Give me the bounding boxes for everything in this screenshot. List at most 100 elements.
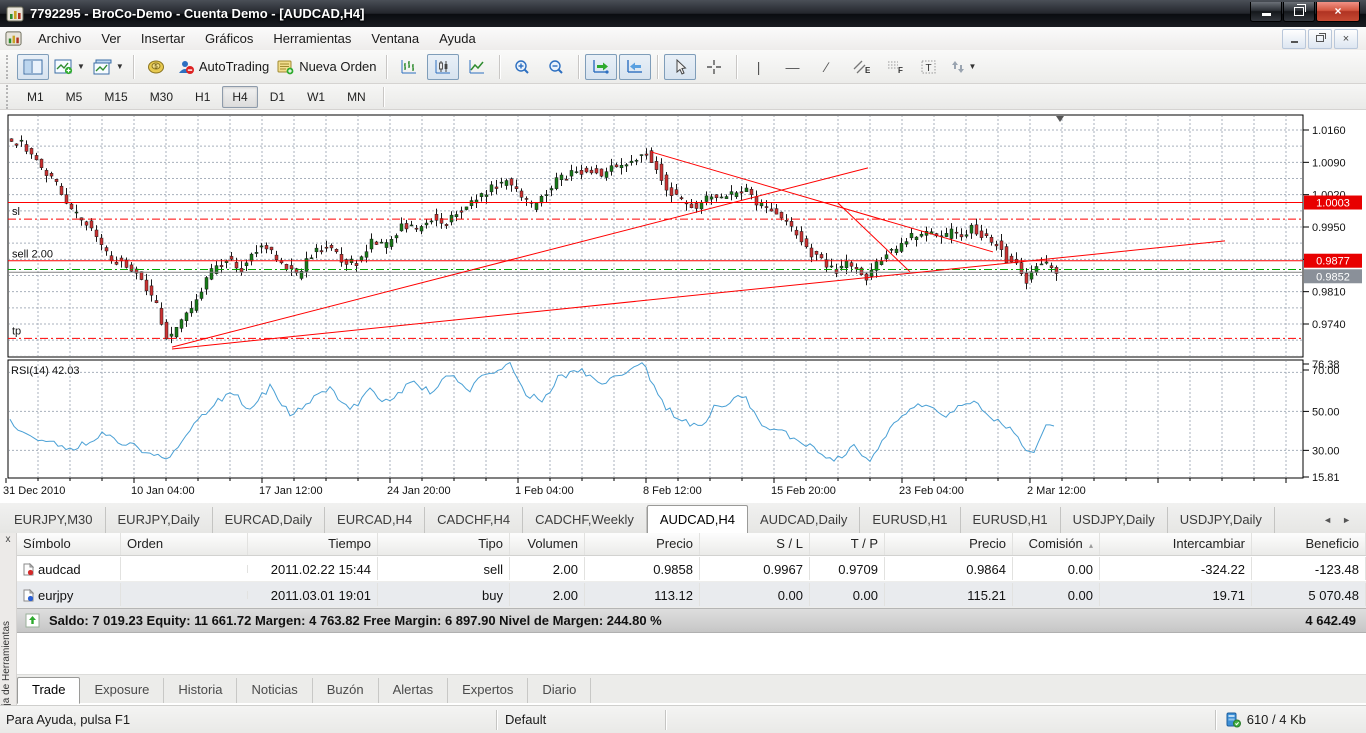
column-header-intercambiar[interactable]: Intercambiar xyxy=(1100,533,1252,555)
crosshair-button[interactable] xyxy=(698,54,730,80)
svg-text:8 Feb 12:00: 8 Feb 12:00 xyxy=(643,485,702,497)
chart-tab-cadchf-h4[interactable]: CADCHF,H4 xyxy=(425,507,523,533)
chart-area: slsell 2.00tp1.01601.00901.00200.99500.9… xyxy=(0,110,1366,503)
menu-ventana[interactable]: Ventana xyxy=(361,29,429,48)
column-header-tiempo[interactable]: Tiempo xyxy=(248,533,378,555)
column-header-precio[interactable]: Precio xyxy=(885,533,1013,555)
timeframe-mn[interactable]: MN xyxy=(337,86,376,108)
autotrading-button[interactable]: AutoTrading xyxy=(174,54,272,80)
new-order-icon xyxy=(277,59,295,75)
terminal-tab-exposure[interactable]: Exposure xyxy=(80,678,164,703)
expert-advisors-button[interactable]: 5 xyxy=(140,54,172,80)
tabs-scroll-left-button[interactable]: ◄ xyxy=(1318,513,1337,527)
vertical-line-button[interactable]: | xyxy=(743,54,775,80)
terminal-tab-trade[interactable]: Trade xyxy=(17,677,80,704)
menu-archivo[interactable]: Archivo xyxy=(28,29,91,48)
arrows-button[interactable]: ▼ xyxy=(947,54,980,80)
timeframe-m15[interactable]: M15 xyxy=(94,86,137,108)
chart-tab-cadchf-weekly[interactable]: CADCHF,Weekly xyxy=(523,507,647,533)
child-close-button[interactable]: × xyxy=(1334,29,1358,49)
menu-herramientas[interactable]: Herramientas xyxy=(263,29,361,48)
table-row-eurjpy[interactable]: eurjpy2011.03.01 19:01buy2.00113.120.000… xyxy=(17,582,1366,608)
order-buy-icon xyxy=(23,589,34,602)
new-order-button[interactable]: Nueva Orden xyxy=(274,54,379,80)
toolbar-grip[interactable] xyxy=(6,55,12,79)
chart-tab-usdjpy-daily[interactable]: USDJPY,Daily xyxy=(1168,507,1275,533)
chart-tab-audcad-daily[interactable]: AUDCAD,Daily xyxy=(748,507,860,533)
zoom-in-button[interactable] xyxy=(506,54,538,80)
connection-status[interactable]: 610 / 4 Kb xyxy=(1216,712,1366,728)
terminal-close-button[interactable]: x xyxy=(0,533,16,545)
terminal-tab-historia[interactable]: Historia xyxy=(164,678,237,703)
profiles-button[interactable]: ▼ xyxy=(90,54,127,80)
terminal-tab-noticias[interactable]: Noticias xyxy=(237,678,312,703)
close-button[interactable]: × xyxy=(1316,2,1360,22)
timeframe-w1[interactable]: W1 xyxy=(297,86,335,108)
chart-tab-eurusd-h1[interactable]: EURUSD,H1 xyxy=(860,507,960,533)
menu-ayuda[interactable]: Ayuda xyxy=(429,29,486,48)
column-header-volumen[interactable]: Volumen xyxy=(510,533,585,555)
timeframe-m1[interactable]: M1 xyxy=(17,86,54,108)
column-header-tipo[interactable]: Tipo xyxy=(378,533,510,555)
chart-shift-button[interactable] xyxy=(619,54,651,80)
minimize-button[interactable] xyxy=(1250,2,1282,22)
tabs-scroll-right-button[interactable]: ► xyxy=(1337,513,1356,527)
horizontal-line-button[interactable]: — xyxy=(777,54,809,80)
status-profile[interactable]: Default xyxy=(497,712,665,727)
fibonacci-icon: F xyxy=(886,59,904,75)
trendline-button[interactable]: ∕ xyxy=(811,54,843,80)
chart-tab-audcad-h4[interactable]: AUDCAD,H4 xyxy=(647,505,748,533)
column-header-precio[interactable]: Precio xyxy=(585,533,700,555)
timeframe-d1[interactable]: D1 xyxy=(260,86,295,108)
chart-tab-usdjpy-daily[interactable]: USDJPY,Daily xyxy=(1061,507,1168,533)
column-header-si-mbolo[interactable]: Símbolo xyxy=(17,533,121,555)
equidistant-channel-button[interactable]: E xyxy=(845,54,877,80)
table-row-audcad[interactable]: audcad2011.02.22 15:44sell2.000.98580.99… xyxy=(17,556,1366,582)
column-header-beneficio[interactable]: Beneficio xyxy=(1252,533,1366,555)
new-chart-button[interactable]: ▼ xyxy=(51,54,88,80)
candlestick-chart-button[interactable] xyxy=(427,54,459,80)
restore-button[interactable] xyxy=(1283,2,1315,22)
terminal-tab-diario[interactable]: Diario xyxy=(528,678,591,703)
zoom-out-icon xyxy=(547,59,565,75)
trendline-icon: ∕ xyxy=(825,59,827,75)
cursor-button[interactable] xyxy=(664,54,696,80)
text-label-button[interactable]: T xyxy=(913,54,945,80)
new-order-label: Nueva Orden xyxy=(299,59,376,74)
bar-chart-button[interactable] xyxy=(393,54,425,80)
column-header-s-l[interactable]: S / L xyxy=(700,533,810,555)
timeframe-h1[interactable]: H1 xyxy=(185,86,220,108)
cell-t-p: 0.9709 xyxy=(810,557,885,580)
chart-tab-eurcad-h4[interactable]: EURCAD,H4 xyxy=(325,507,425,533)
terminal-tab-expertos[interactable]: Expertos xyxy=(448,678,528,703)
menu-insertar[interactable]: Insertar xyxy=(131,29,195,48)
terminal-tab-buzo-n[interactable]: Buzón xyxy=(313,678,379,703)
chart-canvas[interactable]: slsell 2.00tp1.01601.00901.00200.99500.9… xyxy=(0,110,1366,503)
arrow-objects-icon xyxy=(950,59,966,75)
column-header-comisio-n[interactable]: Comisión ▴ xyxy=(1013,533,1100,555)
separator xyxy=(657,55,658,79)
fibonacci-button[interactable]: F xyxy=(879,54,911,80)
column-header-t-p[interactable]: T / P xyxy=(810,533,885,555)
zoom-out-button[interactable] xyxy=(540,54,572,80)
toolbar-grip[interactable] xyxy=(6,85,12,109)
terminal-tab-alertas[interactable]: Alertas xyxy=(379,678,448,703)
chart-tab-eurusd-h1[interactable]: EURUSD,H1 xyxy=(961,507,1061,533)
menu-gra-ficos[interactable]: Gráficos xyxy=(195,29,263,48)
child-restore-button[interactable] xyxy=(1308,29,1332,49)
chart-tab-eurjpy-m30[interactable]: EURJPY,M30 xyxy=(2,507,106,533)
chart-tab-eurcad-daily[interactable]: EURCAD,Daily xyxy=(213,507,325,533)
layout-button[interactable] xyxy=(17,54,49,80)
cell-beneficio: -123.48 xyxy=(1252,557,1366,580)
timeframe-m30[interactable]: M30 xyxy=(140,86,183,108)
timeframe-m5[interactable]: M5 xyxy=(56,86,93,108)
timeframe-h4[interactable]: H4 xyxy=(222,86,257,108)
separator xyxy=(665,710,666,730)
column-header-orden[interactable]: Orden xyxy=(121,533,248,555)
chart-tab-eurjpy-daily[interactable]: EURJPY,Daily xyxy=(106,507,213,533)
child-minimize-button[interactable] xyxy=(1282,29,1306,49)
auto-scroll-button[interactable] xyxy=(585,54,617,80)
chart-tabs-bar: EURJPY,M30EURJPY,DailyEURCAD,DailyEURCAD… xyxy=(0,503,1366,534)
menu-ver[interactable]: Ver xyxy=(91,29,131,48)
line-chart-button[interactable] xyxy=(461,54,493,80)
